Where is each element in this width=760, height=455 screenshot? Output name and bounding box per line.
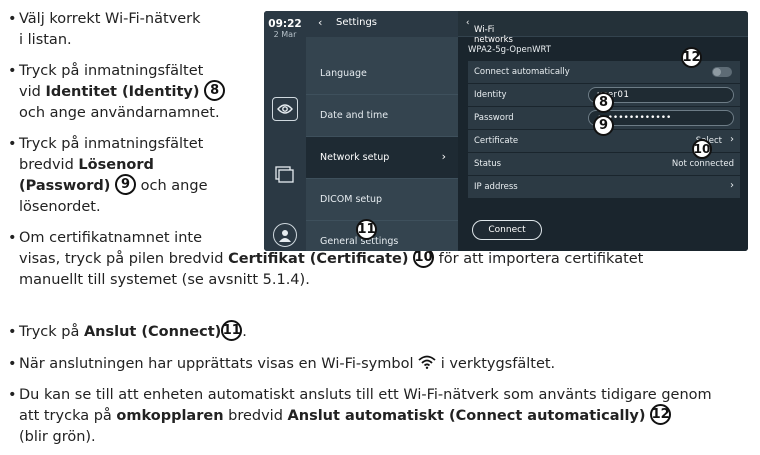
clock-time: 09:22: [268, 18, 302, 30]
network-ssid: WPA2-5g-OpenWRT: [468, 45, 551, 55]
callout-9: 9: [115, 174, 137, 195]
menu-item-language[interactable]: Language: [306, 53, 458, 95]
eye-icon: [277, 104, 293, 114]
screen-callout-9: 9: [593, 115, 614, 136]
back-icon[interactable]: ‹: [318, 16, 322, 29]
callout-11: 11: [221, 320, 243, 341]
screen-callout-8: 8: [593, 92, 614, 113]
live-view-button[interactable]: [272, 97, 298, 121]
panel-title: Wi-Fi networks: [474, 25, 513, 45]
connect-button[interactable]: Connect: [472, 220, 542, 240]
panel-header[interactable]: ‹ Wi-Fi networks: [458, 11, 748, 45]
screen-callout-11: 11: [356, 219, 377, 240]
side-rail: 09:22 2 Mar: [264, 11, 306, 251]
device-screen: 09:22 2 Mar ‹ Settings Language Date and…: [264, 11, 748, 251]
folder-icon: [275, 166, 294, 183]
clock-date: 2 Mar: [273, 30, 297, 39]
settings-menu: ‹ Settings Language Date and time Networ…: [306, 11, 458, 251]
callout-12: 12: [650, 404, 672, 425]
callout-8: 8: [204, 80, 226, 101]
auto-connect-toggle[interactable]: [712, 67, 732, 77]
menu-item-dicom-setup[interactable]: DICOM setup: [306, 179, 458, 221]
menu-item-network-setup[interactable]: Network setup ›: [306, 137, 458, 179]
row-ip-address[interactable]: IP address ›: [468, 176, 740, 198]
menu-header: ‹ Settings: [306, 11, 458, 37]
menu-item-date-time[interactable]: Date and time: [306, 95, 458, 137]
user-button[interactable]: [273, 223, 297, 247]
screen-callout-12: 12: [681, 47, 702, 68]
chevron-right-icon: ›: [730, 180, 734, 191]
wifi-icon: [418, 355, 436, 369]
menu-item-general-settings[interactable]: General settings: [306, 221, 458, 251]
user-icon: [279, 230, 291, 242]
menu-title: Settings: [336, 17, 378, 28]
archive-button[interactable]: [272, 163, 298, 187]
screen-callout-10: 10: [692, 139, 712, 159]
chevron-right-icon: ›: [730, 134, 734, 145]
status-value: Not connected: [671, 159, 734, 169]
chevron-right-icon: ›: [441, 150, 446, 163]
